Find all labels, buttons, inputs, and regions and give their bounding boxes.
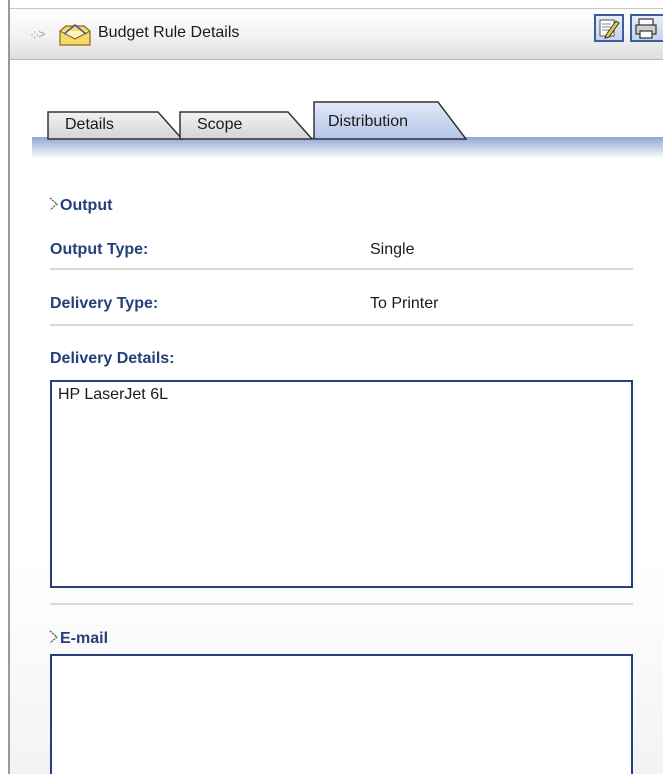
print-button[interactable] bbox=[630, 14, 663, 42]
delivery-details-label: Delivery Details: bbox=[50, 350, 175, 367]
divider bbox=[50, 603, 633, 605]
output-type-value: Single bbox=[370, 241, 415, 258]
folder-envelope-icon bbox=[59, 24, 91, 46]
edit-button[interactable] bbox=[594, 14, 624, 42]
title-bar: ·:·> Budget Rule Details bbox=[10, 8, 663, 60]
window-title: Budget Rule Details bbox=[98, 24, 240, 41]
tab-scope-label[interactable]: Scope bbox=[197, 116, 242, 134]
output-type-label: Output Type: bbox=[50, 241, 149, 258]
delivery-type-value: To Printer bbox=[370, 295, 439, 312]
divider bbox=[50, 324, 633, 326]
email-section-header: E-mail bbox=[60, 630, 109, 647]
chevron-right-icon bbox=[49, 197, 58, 211]
delivery-type-label: Delivery Type: bbox=[50, 295, 159, 312]
divider bbox=[50, 268, 633, 270]
chevron-right-icon bbox=[49, 630, 58, 644]
tab-distribution-label[interactable]: Distribution bbox=[328, 113, 408, 131]
printer-icon bbox=[635, 18, 657, 39]
email-textarea[interactable] bbox=[50, 654, 633, 774]
delivery-details-textarea[interactable]: HP LaserJet 6L bbox=[50, 380, 633, 588]
output-section-header: Output bbox=[60, 197, 113, 214]
tab-strip-band bbox=[32, 137, 663, 159]
edit-pencil-icon bbox=[599, 19, 620, 39]
dotted-arrow-icon: ·:·> bbox=[30, 27, 45, 41]
budget-rule-details-window: ·:·> Budget Rule Details Details Scope D… bbox=[0, 0, 663, 774]
tab-details-label[interactable]: Details bbox=[65, 116, 114, 134]
